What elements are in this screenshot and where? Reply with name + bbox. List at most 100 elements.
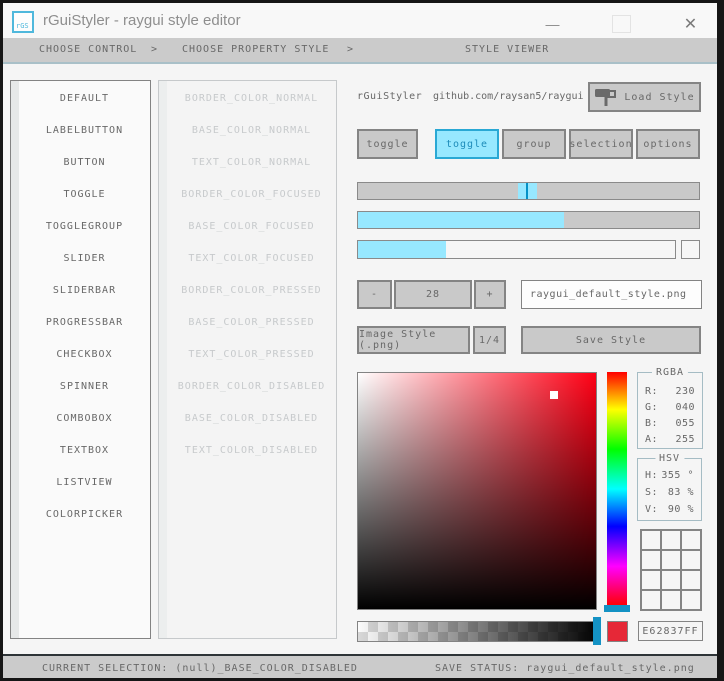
color-picker-cursor[interactable] (550, 391, 558, 399)
controls-list-item[interactable]: COMBOBOX (19, 402, 150, 434)
properties-list-scrollbar[interactable] (159, 81, 167, 638)
palette-cell[interactable] (641, 530, 661, 550)
properties-list: BORDER_COLOR_NORMAL BASE_COLOR_NORMAL TEXT… (167, 82, 336, 466)
properties-list-item[interactable]: BASE_COLOR_NORMAL (167, 114, 336, 146)
hsv-row: V: 90 % (645, 504, 694, 515)
slider[interactable] (357, 182, 700, 200)
controls-list-item[interactable]: SLIDER (19, 242, 150, 274)
save-style-button[interactable]: Save Style (521, 326, 701, 354)
hsv-row: S: 83 % (645, 487, 694, 498)
palette-cell[interactable] (681, 570, 701, 590)
progress-bar-fill (358, 241, 446, 258)
paint-roller-icon (595, 89, 617, 106)
controls-list: DEFAULT LABELBUTTON BUTTON TOGGLE TOGGLEGROU… (19, 82, 150, 530)
hsv-groupbox: HSV H: 355 ° S: 83 % V: 90 % (637, 453, 702, 521)
color-picker-panel[interactable] (357, 372, 597, 610)
controls-list-item[interactable]: LISTVIEW (19, 466, 150, 498)
load-style-button[interactable]: Load Style (588, 82, 701, 112)
hue-bar[interactable] (607, 372, 627, 606)
alpha-bar-marker[interactable] (593, 617, 601, 645)
progress-bar[interactable] (357, 240, 676, 259)
app-logo-icon: rGS (12, 11, 34, 33)
palette-cell[interactable] (681, 530, 701, 550)
image-style-button[interactable]: Image Style (.png) (357, 326, 470, 354)
palette-cell[interactable] (661, 550, 681, 570)
rgba-groupbox: RGBA R: 230 G: 040 B: 055 A: 255 (637, 367, 703, 449)
close-icon: ✕ (683, 15, 698, 33)
controls-list-item[interactable]: PROGRESSBAR (19, 306, 150, 338)
slider-bar[interactable] (357, 211, 700, 229)
checkbox[interactable] (681, 240, 700, 259)
toggle-group-item[interactable]: group (502, 129, 566, 159)
hex-value-input[interactable] (638, 621, 703, 641)
palette-cell[interactable] (641, 590, 661, 610)
breadcrumb-choose-property-style: CHOOSE PROPERTY STYLE (182, 44, 330, 55)
properties-list-item[interactable]: BASE_COLOR_DISABLED (167, 402, 336, 434)
spinner-value[interactable]: 28 (394, 280, 472, 309)
toggle-group-item[interactable]: toggle (435, 129, 499, 159)
properties-list-item[interactable]: BORDER_COLOR_NORMAL (167, 82, 336, 114)
breadcrumb-separator: > (151, 44, 159, 55)
controls-list-item[interactable]: TOGGLEGROUP (19, 210, 150, 242)
alpha-bar[interactable] (357, 621, 600, 642)
breadcrumb-style-viewer: STYLE VIEWER (465, 44, 550, 55)
palette-cell[interactable] (661, 530, 681, 550)
hsv-row: H: 355 ° (645, 470, 694, 481)
properties-list-item[interactable]: BORDER_COLOR_PRESSED (167, 274, 336, 306)
toggle-button[interactable]: toggle (357, 129, 418, 159)
palette-cell[interactable] (681, 590, 701, 610)
controls-list-item[interactable]: COLORPICKER (19, 498, 150, 530)
controls-list-item[interactable]: TEXTBOX (19, 434, 150, 466)
controls-list-item[interactable]: SLIDERBAR (19, 274, 150, 306)
window-title: rGuiStyler - raygui style editor (43, 12, 241, 29)
controls-list-scrollbar[interactable] (11, 81, 19, 638)
slider-handle[interactable] (518, 183, 537, 199)
status-bar: CURRENT SELECTION: (null)_BASE_COLOR_DIS… (3, 654, 717, 681)
rgba-row: R: 230 (645, 385, 695, 397)
spinner-plus-button[interactable]: + (474, 280, 506, 309)
ratio-button[interactable]: 1/4 (473, 326, 506, 354)
palette-cell[interactable] (681, 550, 701, 570)
properties-list-item[interactable]: BASE_COLOR_PRESSED (167, 306, 336, 338)
controls-list-item[interactable]: BUTTON (19, 146, 150, 178)
app-window: rGS rGuiStyler - raygui style editor — ✕… (0, 0, 724, 681)
palette-cell[interactable] (641, 570, 661, 590)
properties-list-item[interactable]: BORDER_COLOR_FOCUSED (167, 178, 336, 210)
palette-cell[interactable] (641, 550, 661, 570)
toggle-group-item[interactable]: options (636, 129, 700, 159)
controls-list-item[interactable]: SPINNER (19, 370, 150, 402)
breadcrumb-choose-control: CHOOSE CONTROL (39, 44, 138, 55)
properties-list-panel: BORDER_COLOR_NORMAL BASE_COLOR_NORMAL TEXT… (158, 80, 337, 639)
hue-bar-marker[interactable] (604, 605, 630, 612)
properties-list-item[interactable]: BASE_COLOR_FOCUSED (167, 210, 336, 242)
controls-list-item[interactable]: TOGGLE (19, 178, 150, 210)
rgba-row: B: 055 (645, 417, 695, 429)
title-bar: rGS rGuiStyler - raygui style editor — ✕ (3, 3, 717, 38)
status-save-status: SAVE STATUS: raygui_default_style.png (435, 663, 695, 674)
rgba-row: G: 040 (645, 401, 695, 413)
properties-list-item[interactable]: BORDER_COLOR_DISABLED (167, 370, 336, 402)
properties-list-item[interactable]: TEXT_COLOR_DISABLED (167, 434, 336, 466)
properties-list-item[interactable]: TEXT_COLOR_FOCUSED (167, 242, 336, 274)
minimize-button[interactable]: — (530, 6, 575, 41)
properties-list-item[interactable]: TEXT_COLOR_NORMAL (167, 146, 336, 178)
controls-list-item[interactable]: LABELBUTTON (19, 114, 150, 146)
minimize-icon: — (545, 15, 560, 32)
properties-list-item[interactable]: TEXT_COLOR_PRESSED (167, 338, 336, 370)
slider-bar-fill (358, 212, 564, 228)
filename-input[interactable] (521, 280, 702, 309)
hsv-title: HSV (654, 453, 685, 464)
status-current-selection: CURRENT SELECTION: (null)_BASE_COLOR_DIS… (42, 663, 358, 674)
breadcrumb: CHOOSE CONTROL > CHOOSE PROPERTY STYLE >… (3, 38, 717, 64)
controls-list-item[interactable]: DEFAULT (19, 82, 150, 114)
rgba-rows: R: 230 G: 040 B: 055 A: 255 (638, 383, 702, 447)
app-name-label: rGuiStyler (357, 91, 423, 102)
close-button[interactable]: ✕ (668, 6, 713, 41)
rgba-row: A: 255 (645, 433, 695, 445)
palette-cell[interactable] (661, 570, 681, 590)
maximize-button[interactable] (599, 6, 644, 41)
toggle-group-item[interactable]: selection (569, 129, 633, 159)
controls-list-item[interactable]: CHECKBOX (19, 338, 150, 370)
spinner-minus-button[interactable]: - (357, 280, 392, 309)
palette-cell[interactable] (661, 590, 681, 610)
